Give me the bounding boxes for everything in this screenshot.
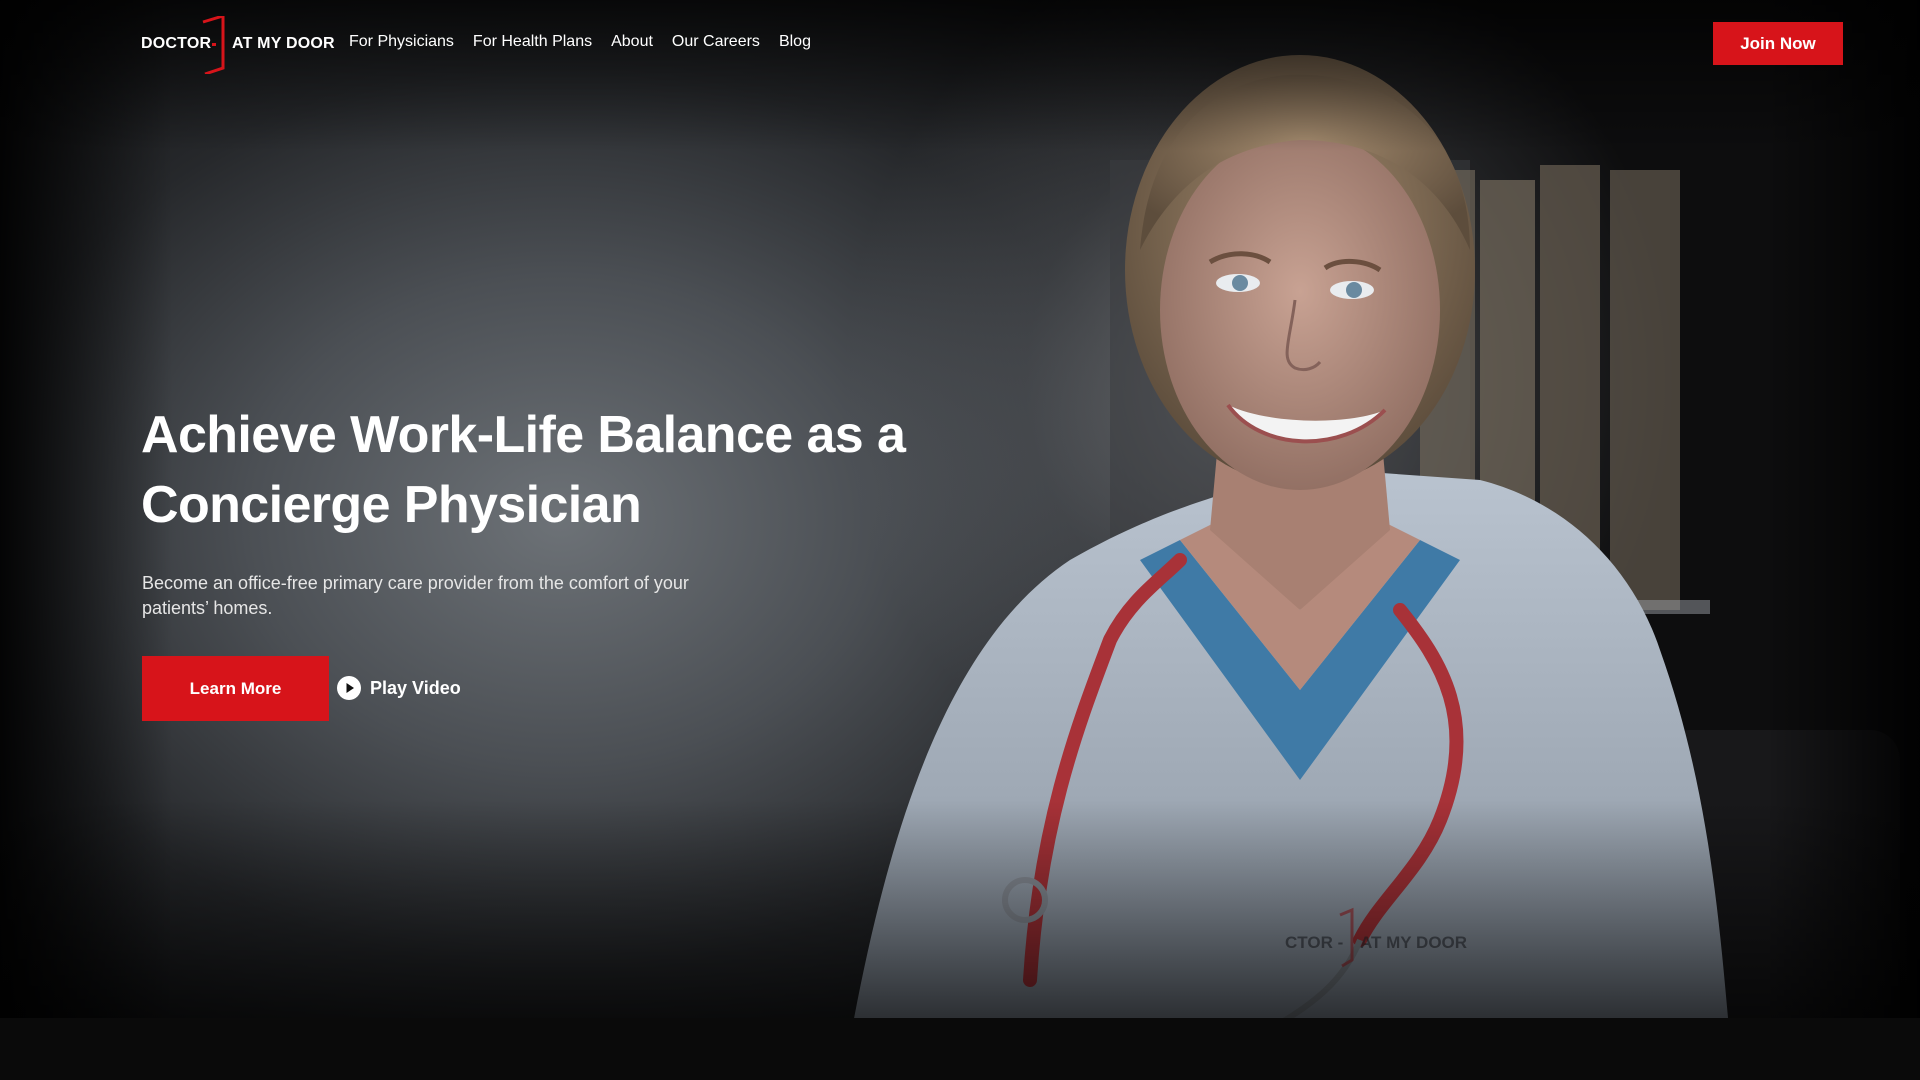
- join-now-button[interactable]: Join Now: [1713, 22, 1843, 65]
- hero-headline: Achieve Work-Life Balance as a Concierge…: [141, 406, 906, 534]
- nav-link-about[interactable]: About: [611, 33, 653, 51]
- doctor-portrait-image: CTOR - AT MY DOOR: [850, 55, 1900, 1050]
- door-logo-icon: [202, 16, 225, 74]
- nav-link-for-health-plans[interactable]: For Health Plans: [473, 33, 592, 51]
- logo-text-right: AT MY DOOR: [232, 35, 335, 52]
- hero-section: CTOR - AT MY DOOR: [0, 0, 1920, 1080]
- learn-more-button[interactable]: Learn More: [142, 656, 329, 721]
- play-video-button[interactable]: Play Video: [337, 675, 461, 701]
- top-navigation: DOCTOR AT MY DOOR For Physicians For Hea…: [0, 0, 1920, 86]
- nav-link-our-careers[interactable]: Our Careers: [672, 33, 760, 51]
- primary-nav: For Physicians For Health Plans About Ou…: [349, 33, 811, 51]
- svg-text:CTOR -: CTOR -: [1285, 933, 1343, 952]
- nav-link-for-physicians[interactable]: For Physicians: [349, 33, 454, 51]
- nav-link-blog[interactable]: Blog: [779, 33, 811, 51]
- svg-text:AT MY DOOR: AT MY DOOR: [1360, 933, 1467, 952]
- play-video-label: Play Video: [370, 677, 461, 698]
- play-circle-icon: [337, 676, 361, 700]
- brand-logo[interactable]: DOCTOR AT MY DOOR: [141, 16, 335, 74]
- hero-subtext: Become an office-free primary care provi…: [142, 573, 689, 618]
